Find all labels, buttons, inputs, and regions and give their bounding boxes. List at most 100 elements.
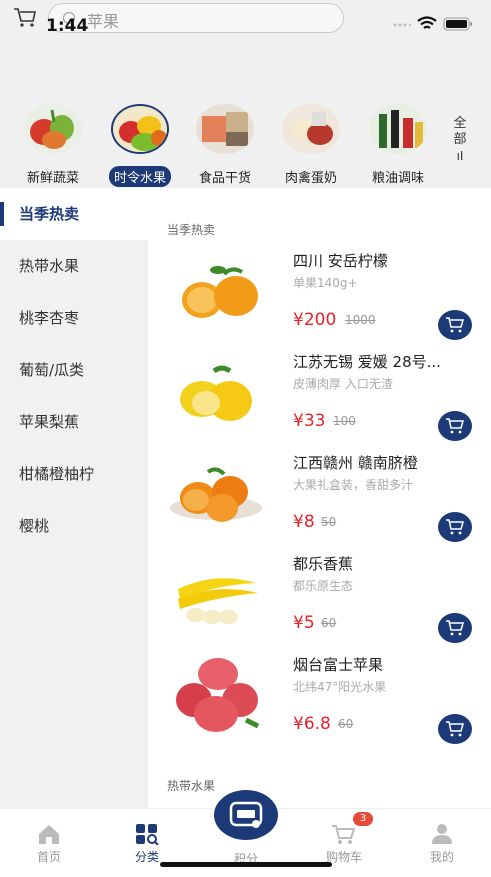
original-price: 60 [338,717,354,731]
product-image [178,578,258,624]
side-item-label: 热带水果 [19,257,80,275]
grain-oil-image [369,104,427,154]
product-image [182,266,258,318]
cart-icon [332,825,356,844]
category-label: 肉禽蛋奶 [284,171,337,186]
side-item-label: 葡萄/瓜类 [19,361,85,379]
category-label: 时令水果 [108,166,171,187]
category-label: 新鲜蔬菜 [26,171,79,186]
home-indicator [160,862,332,867]
home-icon [39,825,59,844]
section-title: 热带水果 [167,779,216,793]
points-icon [229,801,263,828]
cart-icon [446,418,464,434]
side-item-tropical[interactable]: 热带水果 [0,240,148,292]
add-to-cart-button[interactable] [438,512,472,542]
product-name: 江苏无锡 爱媛 28号... [293,353,441,371]
product-item[interactable]: 江西赣州 赣南脐橙 大果礼盒装，香甜多汁 ¥8 50 [148,448,491,548]
product-price: ¥5 [293,613,315,633]
product-desc: 北纬47°阳光水果 [293,680,387,694]
side-item-label: 柑橘橙柚柠 [19,465,95,483]
vegetables-image [24,104,82,154]
top-header: 苹果 1:44 新鲜蔬菜 时令水果 食品干货 肉禽蛋奶 粮油调味 全部 ıI [0,0,491,188]
cart-icon[interactable] [12,6,38,28]
side-item-grape-melon[interactable]: 葡萄/瓜类 [0,344,148,396]
battery-icon [443,17,472,30]
add-to-cart-button[interactable] [438,714,472,744]
add-to-cart-button[interactable] [438,310,472,340]
category-icon [136,824,159,845]
category-fruits[interactable]: 时令水果 [100,104,180,187]
product-name: 四川 安岳柠檬 [293,252,388,270]
tab-cart[interactable]: 购物车 [304,821,384,865]
cart-icon [446,620,464,636]
fruits-image [111,104,169,154]
all-label: 全部 [453,116,467,147]
wifi-icon [417,16,437,29]
expand-icon: ıI [456,149,464,163]
product-price: ¥8 [293,512,315,532]
side-item-label: 樱桃 [19,517,50,535]
all-categories-button[interactable]: 全部 ıI [450,116,470,164]
user-icon [432,824,452,844]
side-item-label: 苹果梨蕉 [19,413,80,431]
product-desc: 单果140g+ [293,276,358,290]
tab-home[interactable]: 首页 [9,821,89,865]
category-dry-goods[interactable]: 食品干货 [185,104,265,187]
original-price: 1000 [345,313,376,327]
side-item-label: 当季热卖 [19,205,80,223]
product-desc: 皮薄肉厚 入口无渣 [293,377,393,391]
category-grain-oil[interactable]: 粮油调味 [358,104,438,187]
add-to-cart-button[interactable] [438,411,472,441]
tab-category[interactable]: 分类 [107,821,187,865]
product-name: 都乐香蕉 [293,555,354,573]
cart-badge: 3 [353,812,373,826]
product-desc: 大果礼盒装，香甜多汁 [293,478,414,492]
side-item-apple-pear-banana[interactable]: 苹果梨蕉 [0,396,148,448]
meat-eggs-image [282,104,340,154]
cart-icon [446,317,464,333]
category-label: 食品干货 [198,171,251,186]
category-vegetables[interactable]: 新鲜蔬菜 [13,104,93,187]
side-item-hot-season[interactable]: 当季热卖 [0,188,148,240]
category-meat-eggs[interactable]: 肉禽蛋奶 [271,104,351,187]
cart-icon [446,721,464,737]
product-item[interactable]: 江苏无锡 爱媛 28号... 皮薄肉厚 入口无渣 ¥33 100 [148,347,491,447]
side-menu: 当季热卖 热带水果 桃李杏枣 葡萄/瓜类 苹果梨蕉 柑橘橙柚柠 樱桃 [0,188,148,808]
product-list: 当季热卖 四川 安岳柠檬 单果140g+ ¥200 1000 江苏无锡 爱媛 2… [148,188,491,808]
original-price: 100 [333,414,356,428]
cart-icon [446,519,464,535]
side-item-label: 桃李杏枣 [19,309,80,327]
add-to-cart-button[interactable] [438,613,472,643]
tab-label: 我的 [429,850,454,864]
product-name: 江西赣州 赣南脐橙 [293,454,418,472]
product-price: ¥6.8 [293,714,331,734]
tab-label: 首页 [36,850,61,864]
tab-me[interactable]: 我的 [402,821,482,865]
status-icons [393,16,473,31]
product-name: 烟台富士苹果 [293,656,384,674]
original-price: 60 [321,616,337,630]
points-center-button[interactable] [214,790,278,840]
side-item-citrus[interactable]: 柑橘橙柚柠 [0,448,148,500]
side-item-cherry[interactable]: 樱桃 [0,500,148,552]
category-row: 新鲜蔬菜 时令水果 食品干货 肉禽蛋奶 粮油调味 全部 ıI [0,104,491,187]
product-item[interactable]: 四川 安岳柠檬 单果140g+ ¥200 1000 [148,246,491,346]
product-price: ¥200 [293,310,337,330]
product-price: ¥33 [293,411,326,431]
dry-goods-image [196,104,254,154]
product-image [180,365,252,421]
search-placeholder: 苹果 [87,12,120,31]
status-time: 1:44 [46,16,89,36]
product-image [170,467,262,522]
side-item-stone-fruit[interactable]: 桃李杏枣 [0,292,148,344]
section-title: 当季热卖 [167,223,216,237]
category-label: 粮油调味 [371,171,424,186]
product-desc: 都乐原生态 [293,579,354,593]
product-item[interactable]: 烟台富士苹果 北纬47°阳光水果 ¥6.8 60 [148,650,491,750]
signal-icon [393,23,411,26]
product-image [176,658,260,732]
product-item[interactable]: 都乐香蕉 都乐原生态 ¥5 60 [148,549,491,649]
search-input[interactable]: 苹果 [48,3,344,33]
original-price: 50 [321,515,337,529]
